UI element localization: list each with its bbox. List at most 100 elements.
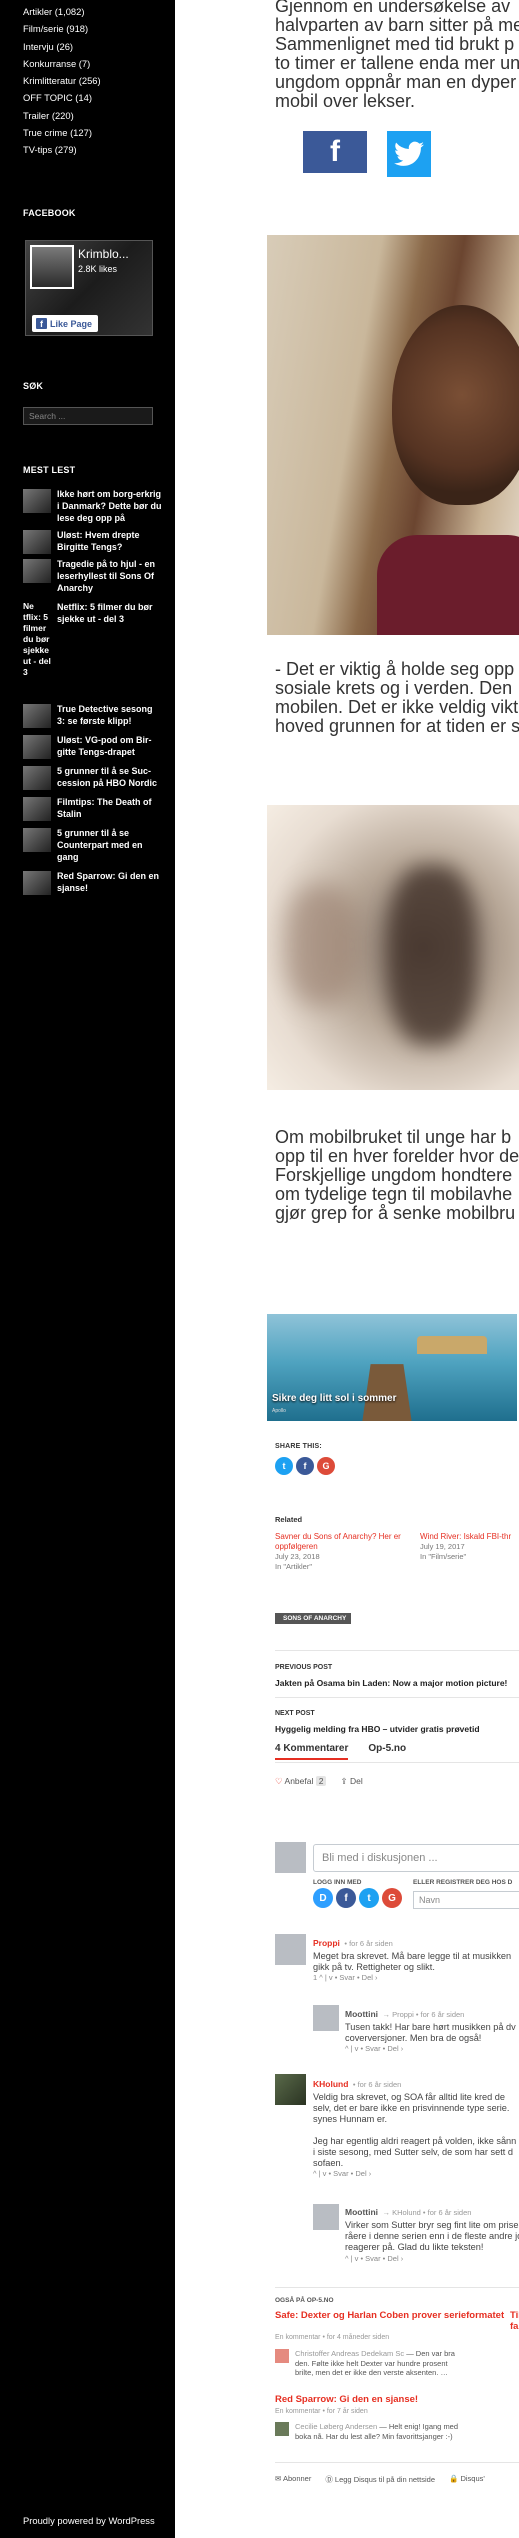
comment-author[interactable]: Moottini <box>345 2009 378 2019</box>
commenter-avatar[interactable] <box>313 2204 339 2230</box>
comment-input[interactable]: Bli med i diskusjonen ... <box>313 1844 519 1872</box>
mest-lest-link[interactable]: 5 grunner til å se Counterpart med en ga… <box>57 827 163 863</box>
mest-lest-thumbnail[interactable] <box>23 828 51 852</box>
mest-lest-item[interactable]: 5 grunner til å se Suc-cession på HBO No… <box>23 765 163 790</box>
next-post-link[interactable]: Hyggelig melding fra HBO – utvider grati… <box>275 1724 480 1734</box>
also-on-site-title[interactable]: Safe: Dexter og Harlan Coben prover seri… <box>275 2310 504 2321</box>
mest-lest-item[interactable]: Uløst: VG-pod om Bir-gitte Tengs-drapet <box>23 734 163 759</box>
facebook-like-button[interactable]: f Like Page <box>32 315 99 332</box>
mest-lest-item[interactable]: 5 grunner til å se Counterpart med en ga… <box>23 827 163 863</box>
mest-lest-thumbnail[interactable] <box>23 735 51 759</box>
mest-lest-thumbnail[interactable] <box>23 871 51 895</box>
facebook-page-plugin[interactable]: Krimblo... 2.8K likes f Like Page <box>25 240 153 336</box>
category-link[interactable]: TV-tips (279) <box>23 144 77 155</box>
mest-lest-item[interactable]: Tragedie på to hjul - en leserhyllest ti… <box>23 558 163 594</box>
privacy-link[interactable]: 🔒 Disqus' <box>449 2474 485 2485</box>
comment-text: Meget bra skrevet. Må bare legge til at … <box>313 1951 512 1973</box>
mest-lest-link[interactable]: 5 grunner til å se Suc-cession på HBO No… <box>57 765 163 789</box>
tag-sons-of-anarchy[interactable]: SONS OF ANARCHY <box>275 1613 352 1624</box>
subscribe-link[interactable]: ✉ Abonner <box>275 2474 311 2485</box>
category-link[interactable]: True crime (127) <box>23 127 92 138</box>
facebook-page-avatar[interactable] <box>30 245 74 289</box>
mest-lest-thumbnail[interactable] <box>23 766 51 790</box>
category-item[interactable]: Intervju (26) <box>23 38 175 55</box>
twitter-share-button[interactable] <box>387 131 431 177</box>
commenter-avatar[interactable] <box>313 2005 339 2031</box>
google-login-icon[interactable]: G <box>382 1888 402 1908</box>
category-item[interactable]: Trailer (220) <box>23 107 175 124</box>
comment-actions[interactable]: ^ | v • Svar • Del › <box>313 2169 516 2178</box>
tab-site[interactable]: Op-5.no <box>368 1743 406 1760</box>
mest-lest-item[interactable]: True Detective sesong 3: se første klipp… <box>23 703 163 728</box>
related-post[interactable]: Savner du Sons of Anarchy? Her er oppføl… <box>275 1532 415 1571</box>
mest-lest-item[interactable]: Ne tflix: 5 filmer du bør sjekke ut - de… <box>23 601 163 697</box>
mest-lest-item[interactable]: Red Sparrow: Gi den en sjanse! <box>23 870 163 895</box>
also-commenter-avatar <box>275 2349 289 2363</box>
mest-lest-link[interactable]: Tragedie på to hjul - en leserhyllest ti… <box>57 558 163 594</box>
also-on-site-title[interactable]: Red Sparrow: Gi den en sjanse! <box>275 2394 418 2405</box>
powered-by-link[interactable]: Proudly powered by WordPress <box>23 2515 155 2526</box>
mest-lest-link[interactable]: True Detective sesong 3: se første klipp… <box>57 703 163 727</box>
category-item[interactable]: Film/serie (918) <box>23 20 175 37</box>
mest-lest-item[interactable]: Ikke hørt om borg-erkrig i Danmark? Dett… <box>23 488 163 524</box>
facebook-share-icon[interactable]: f <box>296 1457 314 1475</box>
category-item[interactable]: TV-tips (279) <box>23 141 175 158</box>
category-item[interactable]: OFF TOPIC (14) <box>23 89 175 106</box>
category-item[interactable]: Konkurranse (7) <box>23 55 175 72</box>
mest-lest-thumbnail[interactable] <box>23 704 51 728</box>
facebook-page-name[interactable]: Krimblo... <box>78 247 150 261</box>
previous-post-link[interactable]: Jakten på Osama bin Laden: Now a major m… <box>275 1678 507 1688</box>
category-link[interactable]: OFF TOPIC (14) <box>23 92 92 103</box>
also-on-site-label: OGSÅ PÅ OP-5.NO <box>275 2297 334 2304</box>
promo-banner[interactable]: Sikre deg litt sol i sommer Apollo <box>267 1314 517 1421</box>
related-post-title[interactable]: Wind River: Iskald FBI-thr <box>420 1532 519 1542</box>
comment-actions[interactable]: ^ | v • Svar • Del › <box>345 2044 516 2053</box>
share-discussion-button[interactable]: ⇪ Del <box>340 1776 362 1787</box>
comment-author[interactable]: Moottini <box>345 2207 378 2217</box>
search-input[interactable]: Search ... <box>23 407 153 425</box>
category-item[interactable]: Artikler (1,082) <box>23 3 175 20</box>
comment-actions[interactable]: 1 ^ | v • Svar • Del › <box>313 1973 511 1982</box>
category-item[interactable]: Krimlitteratur (256) <box>23 72 175 89</box>
mest-lest-link[interactable]: Uløst: Hvem drepte Birgitte Tengs? <box>57 529 163 553</box>
commenter-avatar[interactable] <box>275 1934 306 1965</box>
twitter-login-icon[interactable]: t <box>359 1888 379 1908</box>
mest-lest-thumbnail-alt[interactable]: Ne tflix: 5 filmer du bør sjekke ut - de… <box>23 601 51 678</box>
recommend-button[interactable]: ♡ Anbefal 2 <box>275 1776 327 1787</box>
related-post[interactable]: Wind River: Iskald FBI-thr July 19, 2017… <box>420 1532 519 1561</box>
related-post-title[interactable]: Savner du Sons of Anarchy? Her er oppføl… <box>275 1532 415 1552</box>
mest-lest-thumbnail[interactable] <box>23 530 51 554</box>
twitter-share-icon[interactable]: t <box>275 1457 293 1475</box>
add-disqus-link[interactable]: Ⓓ Legg Disqus til på din nettside <box>325 2474 435 2485</box>
tab-comments[interactable]: 4 Kommentarer <box>275 1743 349 1760</box>
mest-lest-thumbnail[interactable] <box>23 797 51 821</box>
disqus-login-icon[interactable]: D <box>313 1888 333 1908</box>
category-link[interactable]: Film/serie (918) <box>23 23 88 34</box>
comment-author[interactable]: KHolund <box>313 2079 348 2089</box>
twitter-icon <box>394 141 424 166</box>
google-plus-share-icon[interactable]: G <box>317 1457 335 1475</box>
category-link[interactable]: Artikler (1,082) <box>23 6 85 17</box>
facebook-login-icon[interactable]: f <box>336 1888 356 1908</box>
comment-author[interactable]: Proppi <box>313 1938 340 1948</box>
category-link[interactable]: Intervju (26) <box>23 41 73 52</box>
commenter-avatar[interactable] <box>275 2074 306 2105</box>
name-input[interactable]: Navn <box>413 1891 519 1909</box>
mest-lest-link[interactable]: Netflix: 5 filmer du bør sjekke ut - del… <box>57 601 163 625</box>
also-on-site-title-col2[interactable]: Tilfa <box>510 2310 519 2332</box>
mest-lest-thumbnail[interactable] <box>23 559 51 583</box>
comment-actions[interactable]: ^ | v • Svar • Del › <box>345 2254 519 2263</box>
mest-lest-thumbnail[interactable] <box>23 489 51 513</box>
mest-lest-link[interactable]: Ikke hørt om borg-erkrig i Danmark? Dett… <box>57 488 163 524</box>
category-link[interactable]: Trailer (220) <box>23 110 74 121</box>
category-item[interactable]: True crime (127) <box>23 124 175 141</box>
category-link[interactable]: Krimlitteratur (256) <box>23 75 101 86</box>
mest-lest-link[interactable]: Uløst: VG-pod om Bir-gitte Tengs-drapet <box>57 734 163 758</box>
mest-lest-item[interactable]: Filmtips: The Death of Stalin <box>23 796 163 821</box>
disqus-footer: ✉ Abonner Ⓓ Legg Disqus til på din netts… <box>275 2474 485 2485</box>
mest-lest-link[interactable]: Red Sparrow: Gi den en sjanse! <box>57 870 163 894</box>
facebook-share-button[interactable]: f <box>303 131 367 173</box>
category-link[interactable]: Konkurranse (7) <box>23 58 90 69</box>
mest-lest-link[interactable]: Filmtips: The Death of Stalin <box>57 796 163 820</box>
mest-lest-item[interactable]: Uløst: Hvem drepte Birgitte Tengs? <box>23 529 163 554</box>
